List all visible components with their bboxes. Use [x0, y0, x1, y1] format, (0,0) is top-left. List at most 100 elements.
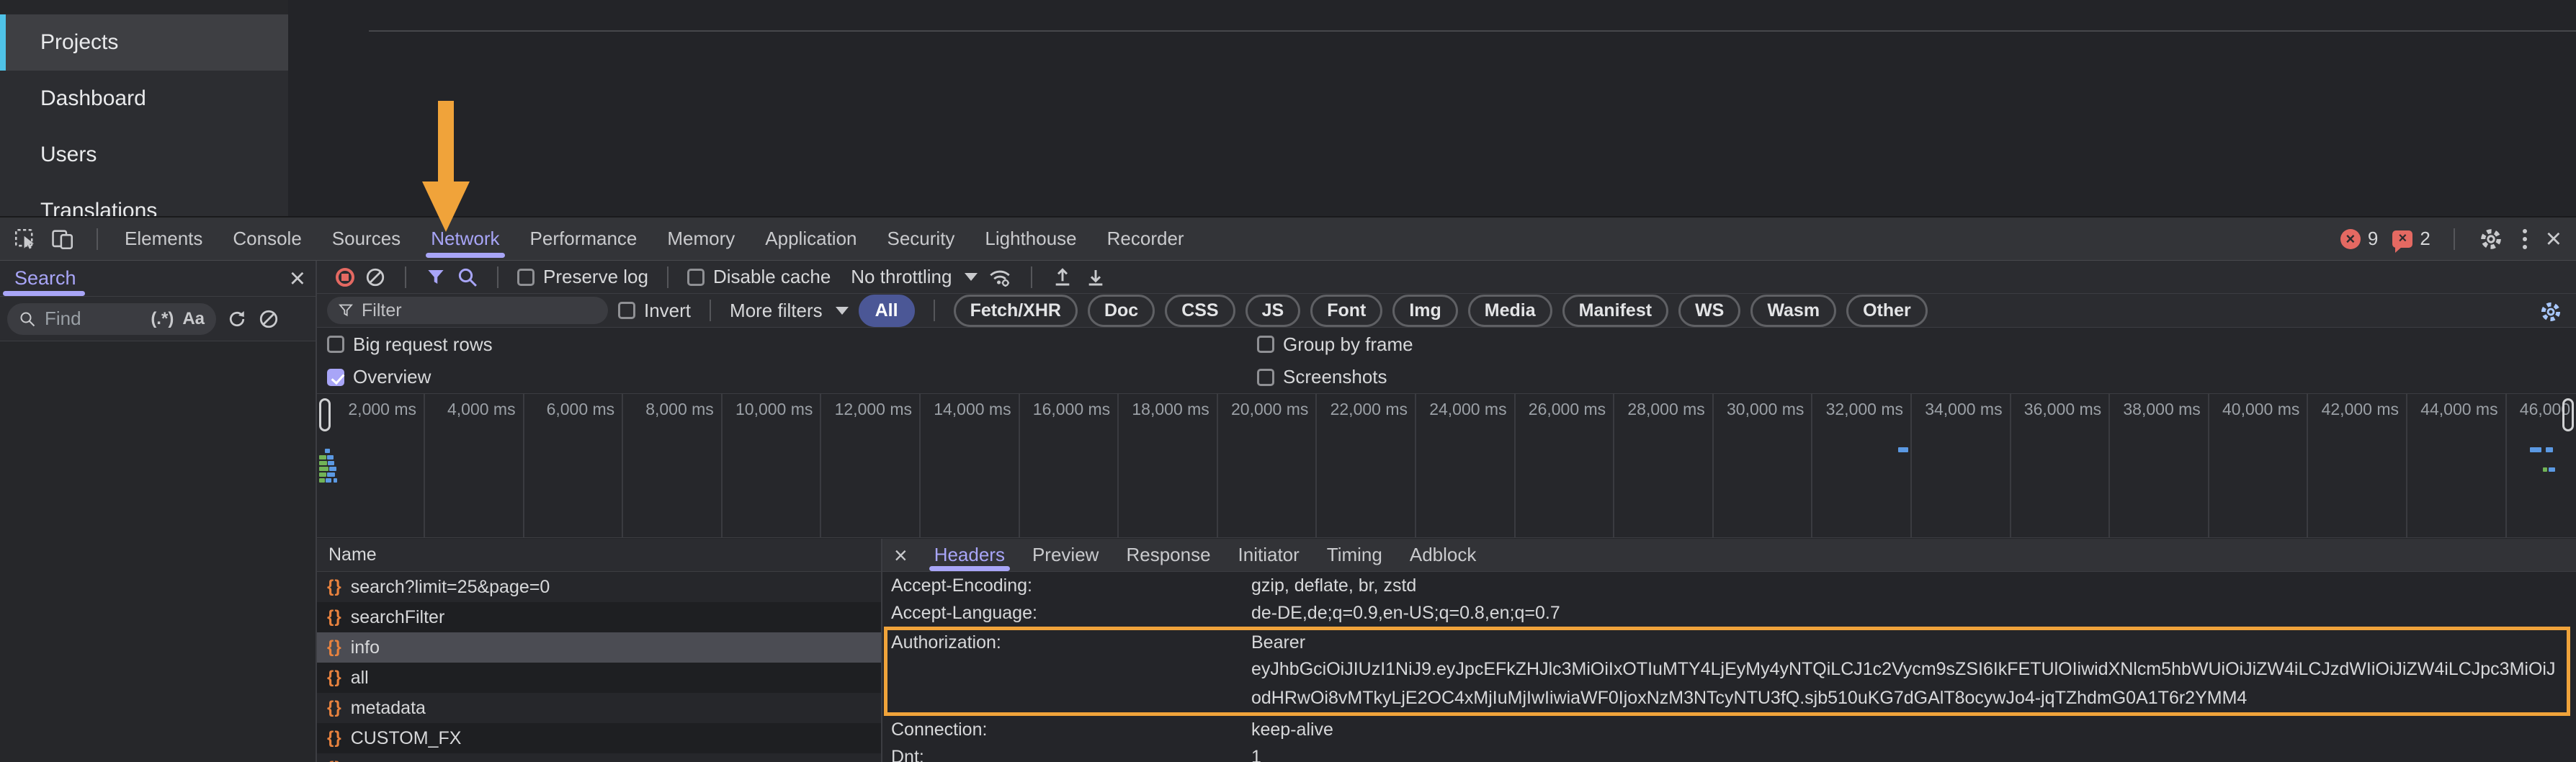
issues-count: 2 [2420, 228, 2430, 250]
filter-chip-manifest[interactable]: Manifest [1562, 295, 1668, 327]
filter-chip-ws[interactable]: WS [1678, 295, 1740, 327]
overview-bar-blue [2546, 447, 2553, 452]
details-tab-preview[interactable]: Preview [1019, 539, 1112, 571]
overview-bar-blue [327, 455, 334, 460]
close-details-icon[interactable]: × [894, 544, 908, 567]
match-case-toggle[interactable]: Aa [182, 309, 205, 329]
find-input[interactable] [45, 308, 142, 330]
overview-bar-green [319, 467, 328, 471]
console-errors-badge[interactable]: × 9 [2340, 228, 2378, 250]
filter-chip-js[interactable]: JS [1245, 295, 1301, 327]
throttling-select[interactable]: No throttling [851, 266, 978, 288]
refresh-icon[interactable] [226, 308, 248, 330]
inspect-element-icon[interactable] [13, 227, 37, 251]
overview-bar-blue [325, 449, 330, 453]
search-network-icon[interactable] [457, 266, 478, 288]
filter-chip-doc[interactable]: Doc [1088, 295, 1155, 327]
request-row-groups[interactable]: {}groups [317, 753, 881, 762]
more-options-kebab-icon[interactable] [2518, 229, 2531, 249]
record-network-log-icon[interactable] [336, 268, 354, 287]
network-conditions-icon[interactable] [988, 265, 1012, 290]
filter-chip-css[interactable]: CSS [1165, 295, 1235, 327]
details-tab-response[interactable]: Response [1112, 539, 1224, 571]
overview-bar-blue [326, 478, 331, 483]
tab-sources[interactable]: Sources [317, 218, 416, 260]
sidebar-item-label: Users [40, 143, 97, 167]
filter-chip-media[interactable]: Media [1468, 295, 1552, 327]
tab-elements[interactable]: Elements [109, 218, 218, 260]
request-rows: {}search?limit=25&page=0{}searchFilter{}… [317, 572, 881, 762]
screenshots-checkbox[interactable] [1257, 369, 1274, 386]
details-tab-initiator[interactable]: Initiator [1225, 539, 1313, 571]
sidebar-item-translations[interactable]: Translations [0, 183, 288, 216]
tab-performance[interactable]: Performance [515, 218, 653, 260]
filter-chip-wasm[interactable]: Wasm [1750, 295, 1836, 327]
more-filters-label: More filters [730, 300, 823, 322]
request-row-metadata[interactable]: {}metadata [317, 693, 881, 723]
filter-chip-fetch-xhr[interactable]: Fetch/XHR [954, 295, 1078, 327]
sidebar-item-label: Projects [40, 30, 118, 55]
settings-gear-icon[interactable] [2478, 226, 2504, 252]
overview-window-handle-left[interactable] [319, 398, 331, 431]
overview-checkbox[interactable] [327, 369, 344, 386]
issues-badge[interactable]: × 2 [2392, 228, 2430, 250]
disable-cache-label: Disable cache [713, 266, 831, 288]
close-search-panel-icon[interactable]: × [290, 265, 305, 292]
toolbar-divider [405, 266, 406, 288]
overview-bar-blue [2530, 447, 2541, 452]
timeline-gridline [1315, 394, 1317, 537]
timeline-gridline [2505, 394, 2507, 537]
tab-recorder[interactable]: Recorder [1092, 218, 1199, 260]
network-panel: Preserve log Disable cache No throttling [317, 261, 2576, 762]
big-request-rows-checkbox[interactable] [327, 336, 344, 353]
chips-divider [934, 300, 935, 321]
details-tab-adblock[interactable]: Adblock [1396, 539, 1490, 571]
tab-memory[interactable]: Memory [652, 218, 750, 260]
invert-filter-checkbox[interactable] [618, 302, 635, 319]
issues-icon: × [2392, 230, 2412, 248]
sidebar-top-strip [0, 0, 288, 14]
clear-search-icon[interactable] [258, 308, 279, 330]
network-settings-gear-icon[interactable] [2539, 300, 2563, 324]
filter-chip-font[interactable]: Font [1310, 295, 1382, 327]
disable-cache-checkbox[interactable] [687, 269, 705, 286]
import-har-icon[interactable] [1051, 266, 1074, 289]
request-row-all[interactable]: {}all [317, 663, 881, 693]
regex-toggle[interactable]: (.*) [151, 309, 174, 329]
request-name: metadata [351, 698, 426, 719]
overview-window-handle-right[interactable] [2562, 398, 2574, 431]
close-devtools-icon[interactable]: × [2546, 225, 2562, 253]
devtools-panel: ElementsConsoleSourcesNetworkPerformance… [0, 216, 2576, 762]
sidebar-item-users[interactable]: Users [0, 127, 288, 183]
filter-chip-other[interactable]: Other [1846, 295, 1928, 327]
funnel-icon [337, 302, 354, 319]
group-by-frame-checkbox[interactable] [1257, 336, 1274, 353]
request-row-searchfilter[interactable]: {}searchFilter [317, 602, 881, 632]
details-tab-timing[interactable]: Timing [1313, 539, 1396, 571]
request-row-info[interactable]: {}info [317, 632, 881, 663]
sidebar-item-projects[interactable]: Projects [0, 14, 288, 71]
app-page: Projects Dashboard Users Translations [0, 0, 2576, 216]
filter-input[interactable] [362, 300, 598, 321]
request-name: groups [351, 758, 406, 762]
sidebar-item-dashboard[interactable]: Dashboard [0, 71, 288, 127]
more-filters-select[interactable]: More filters [730, 300, 849, 322]
filter-chip-all[interactable]: All [859, 295, 915, 327]
preserve-log-checkbox[interactable] [517, 269, 535, 286]
tab-security[interactable]: Security [872, 218, 970, 260]
timeline-tick-label: 10,000 ms [735, 400, 813, 419]
export-har-icon[interactable] [1084, 266, 1107, 289]
clear-network-log-icon[interactable] [365, 266, 386, 288]
tab-lighthouse[interactable]: Lighthouse [970, 218, 1091, 260]
filter-chip-img[interactable]: Img [1392, 295, 1457, 327]
name-column-header[interactable]: Name [317, 539, 881, 572]
devtools-tabbar: ElementsConsoleSourcesNetworkPerformance… [0, 218, 2576, 261]
request-row-custom-fx[interactable]: {}CUSTOM_FX [317, 723, 881, 753]
device-toolbar-icon[interactable] [50, 227, 75, 251]
request-row-search-limit-25-page-0[interactable]: {}search?limit=25&page=0 [317, 572, 881, 602]
tab-console[interactable]: Console [218, 218, 316, 260]
tab-search[interactable]: Search [0, 261, 91, 296]
tab-application[interactable]: Application [750, 218, 872, 260]
filter-funnel-icon[interactable] [425, 266, 447, 288]
details-tab-headers[interactable]: Headers [921, 539, 1019, 571]
